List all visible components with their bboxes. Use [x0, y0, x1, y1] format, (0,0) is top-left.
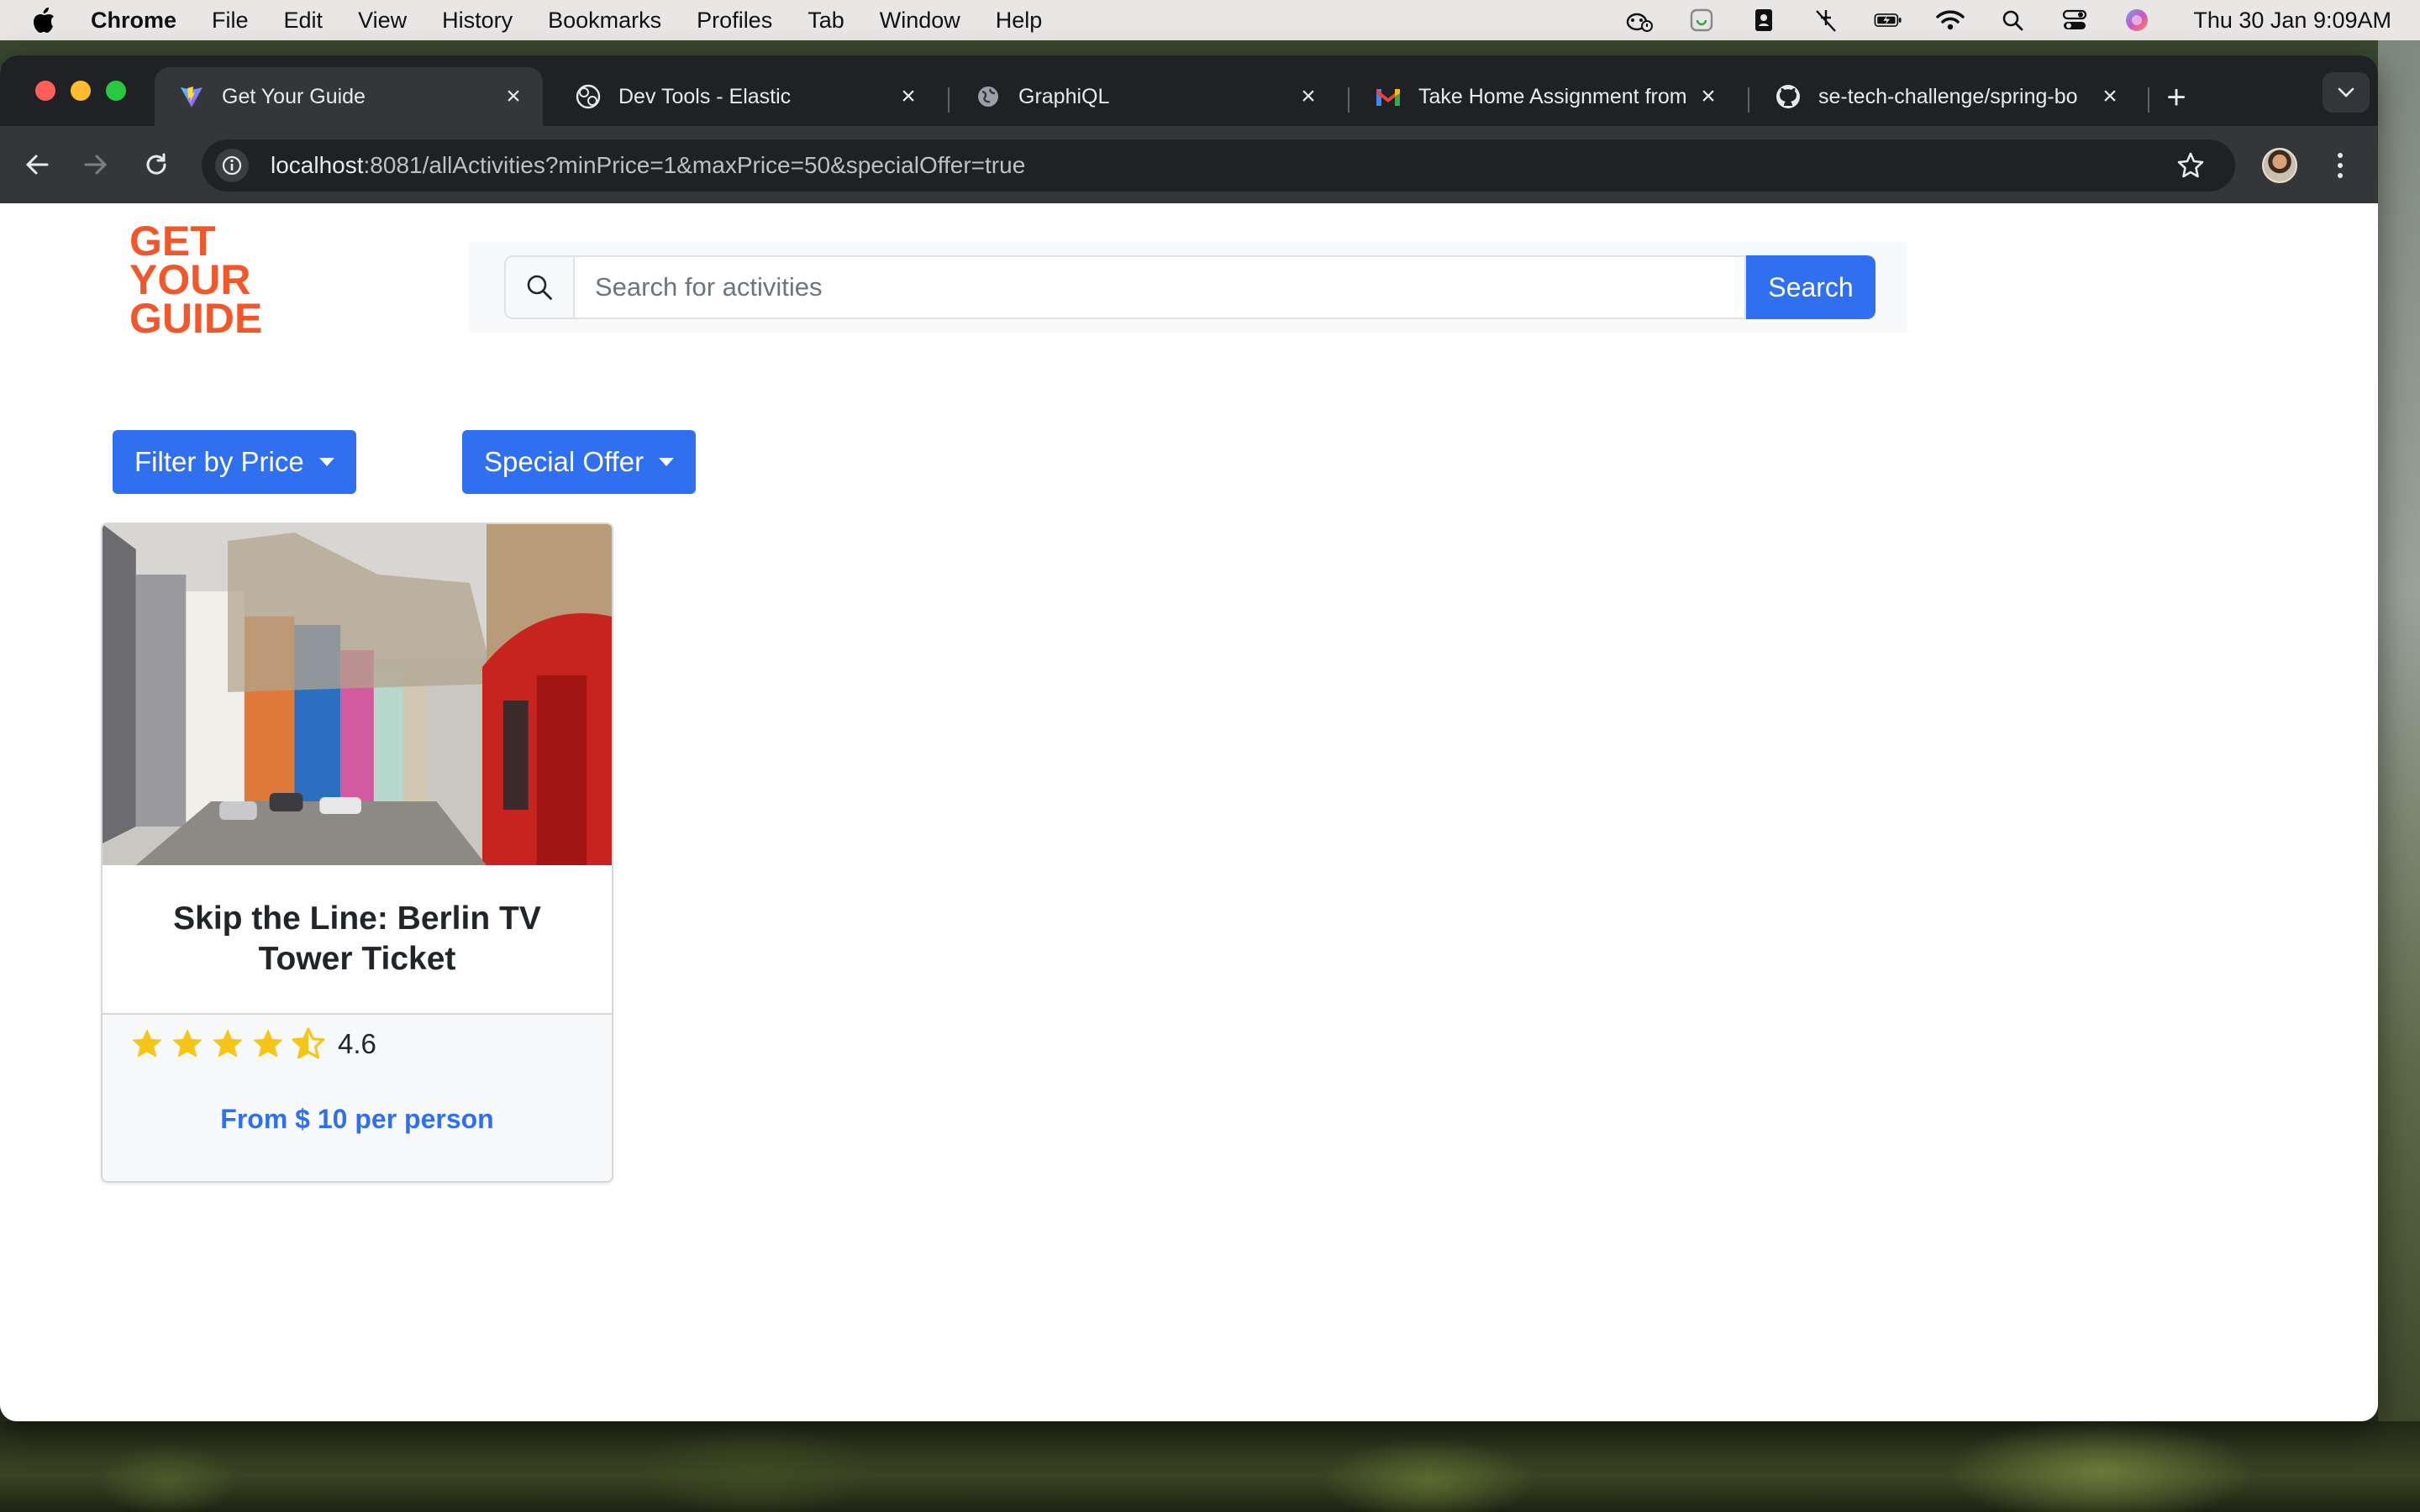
url-path: :8081/allActivities?minPrice=1&maxPrice=… [363, 152, 1026, 178]
activity-price: From $ 10 per person [220, 1104, 494, 1134]
menu-history[interactable]: History [442, 8, 513, 34]
tab-gmail[interactable]: Take Home Assignment from × [1351, 67, 1738, 126]
url-host: localhost [271, 152, 364, 178]
profile-avatar[interactable] [2262, 148, 2297, 183]
apple-menu-icon[interactable] [32, 7, 66, 34]
caret-down-icon [318, 458, 334, 466]
macos-menu-bar: Chrome File Edit View History Bookmarks … [0, 0, 2420, 40]
close-tab-icon[interactable]: × [1296, 82, 1321, 110]
tab-title: se-tech-challenge/spring-bo [1818, 84, 2078, 108]
activity-title[interactable]: Skip the Line: Berlin TV Tower Ticket [103, 865, 612, 1015]
ollama-icon[interactable] [1625, 8, 1654, 33]
menu-view[interactable]: View [358, 8, 407, 34]
window-controls [35, 81, 126, 101]
menu-app-name[interactable]: Chrome [91, 8, 176, 34]
star-full-icon [253, 1029, 283, 1058]
tab-dev-tools-elastic[interactable]: Dev Tools - Elastic × [551, 67, 938, 126]
tab-title: Dev Tools - Elastic [618, 84, 792, 108]
activity-image[interactable] [103, 524, 612, 865]
get-your-guide-logo[interactable]: GET YOUR GUIDE [129, 220, 274, 334]
mute-icon[interactable] [1812, 8, 1840, 33]
menu-edit[interactable]: Edit [284, 8, 324, 34]
site-info-icon[interactable] [215, 149, 249, 182]
tab-strip: Get Your Guide × Dev Tools - Elastic × G… [0, 55, 2378, 126]
close-window-button[interactable] [35, 81, 55, 101]
tab-separator [1348, 87, 1349, 113]
menu-window[interactable]: Window [880, 8, 960, 34]
close-tab-icon[interactable]: × [1696, 82, 1721, 110]
tab-get-your-guide[interactable]: Get Your Guide × [155, 67, 543, 126]
activity-footer: 4.6 From $ 10 per person [103, 1015, 612, 1181]
more-menu-icon[interactable] [2328, 148, 2353, 183]
search-bar: Search [469, 242, 1907, 333]
desktop-wallpaper [2378, 40, 2420, 1421]
github-icon [1775, 83, 1802, 110]
close-tab-icon[interactable]: × [896, 82, 921, 110]
rating: 4.6 [129, 1026, 376, 1062]
search-input[interactable] [573, 255, 1746, 319]
web-page: GET YOUR GUIDE Search Filter by Price Sp… [0, 203, 2378, 1421]
app-tray-icon[interactable] [1687, 8, 1716, 33]
back-arrow-icon[interactable] [22, 150, 52, 180]
new-tab-button[interactable]: + [2160, 81, 2193, 116]
filter-by-price-label: Filter by Price [134, 446, 304, 477]
reload-icon[interactable] [141, 150, 171, 180]
filter-by-price-dropdown[interactable]: Filter by Price [113, 430, 356, 494]
address-bar[interactable]: localhost:8081/allActivities?minPrice=1&… [202, 139, 2235, 192]
menu-file[interactable]: File [212, 8, 249, 34]
forward-arrow-icon[interactable] [81, 150, 111, 180]
spotlight-search-icon[interactable] [1998, 8, 2027, 33]
search-group: Search [504, 255, 1876, 319]
logo-line-3: GUIDE [129, 295, 262, 334]
chevron-down-icon [2338, 87, 2354, 97]
menubar-clock[interactable]: Thu 30 Jan 9:09AM [2193, 8, 2391, 34]
menu-tab[interactable]: Tab [808, 8, 844, 34]
tab-title: GraphiQL [1018, 84, 1110, 108]
special-offer-label: Special Offer [484, 446, 644, 477]
elastic-icon [575, 83, 602, 110]
siri-icon[interactable] [2123, 8, 2151, 33]
star-full-icon [213, 1029, 243, 1058]
vite-icon [178, 83, 205, 110]
menu-bookmarks[interactable]: Bookmarks [548, 8, 661, 34]
tab-graphiql[interactable]: GraphiQL × [951, 67, 1338, 126]
tab-separator [948, 87, 950, 113]
search-icon [504, 255, 573, 319]
desktop-wallpaper-bottom [0, 1421, 2420, 1512]
url-text[interactable]: localhost:8081/allActivities?minPrice=1&… [271, 152, 1025, 179]
tab-search-button[interactable] [2323, 72, 2370, 113]
chrome-window: Get Your Guide × Dev Tools - Elastic × G… [0, 55, 2378, 1421]
tab-title: Get Your Guide [222, 84, 366, 108]
status-area: Thu 30 Jan 9:09AM [1625, 0, 2391, 40]
close-tab-icon[interactable]: × [2097, 82, 2123, 110]
menu-profiles[interactable]: Profiles [697, 8, 772, 34]
activity-card[interactable]: Skip the Line: Berlin TV Tower Ticket 4.… [101, 522, 613, 1183]
battery-icon[interactable] [1874, 8, 1902, 33]
bookmark-star-icon[interactable] [2175, 150, 2207, 181]
caret-down-icon [659, 458, 675, 466]
gmail-icon [1375, 83, 1402, 110]
tab-github[interactable]: se-tech-challenge/spring-bo × [1751, 67, 2139, 126]
rating-value: 4.6 [338, 1028, 376, 1059]
minimize-window-button[interactable] [71, 81, 91, 101]
special-offer-dropdown[interactable]: Special Offer [462, 430, 697, 494]
star-full-icon [132, 1029, 162, 1058]
search-button[interactable]: Search [1746, 255, 1876, 319]
tab-title: Take Home Assignment from [1418, 84, 1687, 108]
star-full-icon [172, 1029, 203, 1058]
star-half-icon [292, 1027, 325, 1059]
globe-icon [975, 83, 1002, 110]
zoom-window-button[interactable] [106, 81, 126, 101]
tab-separator [2148, 87, 2149, 113]
tab-separator [1748, 87, 1749, 113]
control-center-icon[interactable] [2060, 8, 2089, 33]
close-tab-icon[interactable]: × [501, 82, 526, 110]
browser-toolbar: localhost:8081/allActivities?minPrice=1&… [0, 126, 2378, 203]
contacts-icon[interactable] [1749, 8, 1778, 33]
menu-help[interactable]: Help [996, 8, 1043, 34]
wifi-icon[interactable] [1936, 8, 1965, 33]
